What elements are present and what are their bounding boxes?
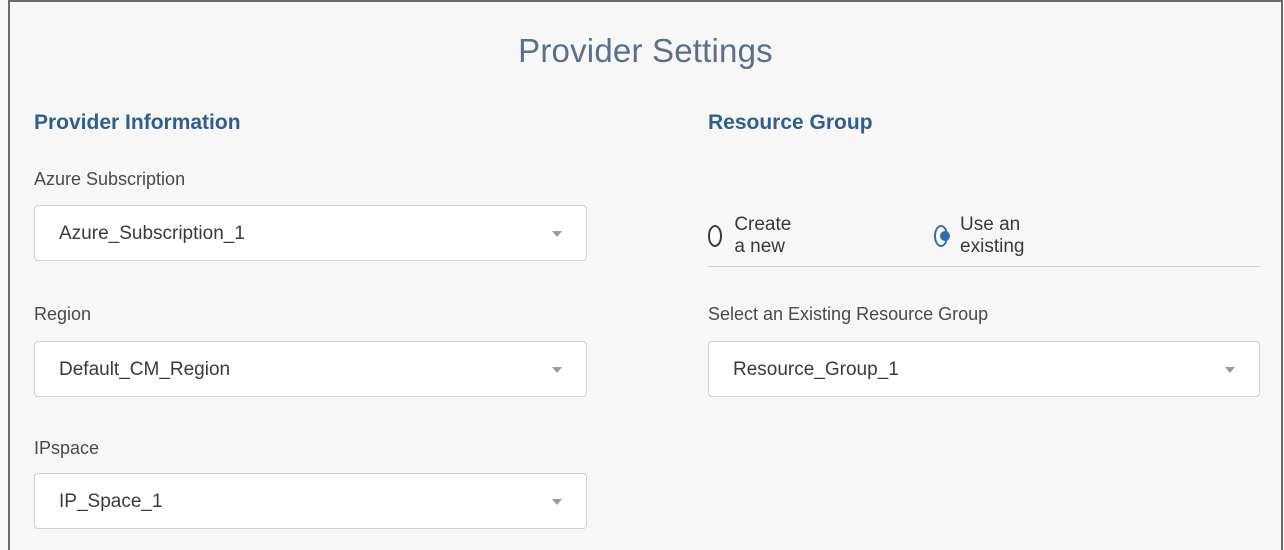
use-existing-radio[interactable]: Use an existing <box>934 214 1032 258</box>
provider-information-heading: Provider Information <box>34 111 241 134</box>
ipspace-label: IPspace <box>34 438 100 458</box>
radio-selected-icon <box>934 225 951 247</box>
ipspace-select[interactable]: IP_Space_1 <box>34 473 587 529</box>
provider-settings-panel: Provider Settings Provider Information A… <box>8 0 1283 550</box>
page-title: Provider Settings <box>518 32 773 69</box>
azure-subscription-select[interactable]: Azure_Subscription_1 <box>34 205 587 261</box>
existing-resource-group-select[interactable]: Resource_Group_1 <box>708 341 1260 397</box>
caret-down-icon <box>552 231 562 237</box>
region-select[interactable]: Default_CM_Region <box>34 341 587 397</box>
existing-resource-group-value: Resource_Group_1 <box>733 359 899 380</box>
existing-resource-group-label: Select an Existing Resource Group <box>708 304 989 324</box>
region-value: Default_CM_Region <box>59 359 231 380</box>
ipspace-value: IP_Space_1 <box>59 491 163 512</box>
resource-group-heading: Resource Group <box>708 111 873 134</box>
caret-down-icon <box>552 367 562 373</box>
azure-subscription-value: Azure_Subscription_1 <box>59 223 245 244</box>
create-new-label: Create a new <box>734 214 792 257</box>
use-existing-label: Use an existing <box>960 214 1025 257</box>
caret-down-icon <box>552 499 562 505</box>
azure-subscription-label: Azure Subscription <box>34 169 186 189</box>
caret-down-icon <box>1225 367 1235 373</box>
region-label: Region <box>34 304 92 324</box>
radio-divider <box>708 266 1260 267</box>
radio-unselected-icon <box>708 225 723 247</box>
create-new-radio[interactable]: Create a new <box>708 214 799 258</box>
